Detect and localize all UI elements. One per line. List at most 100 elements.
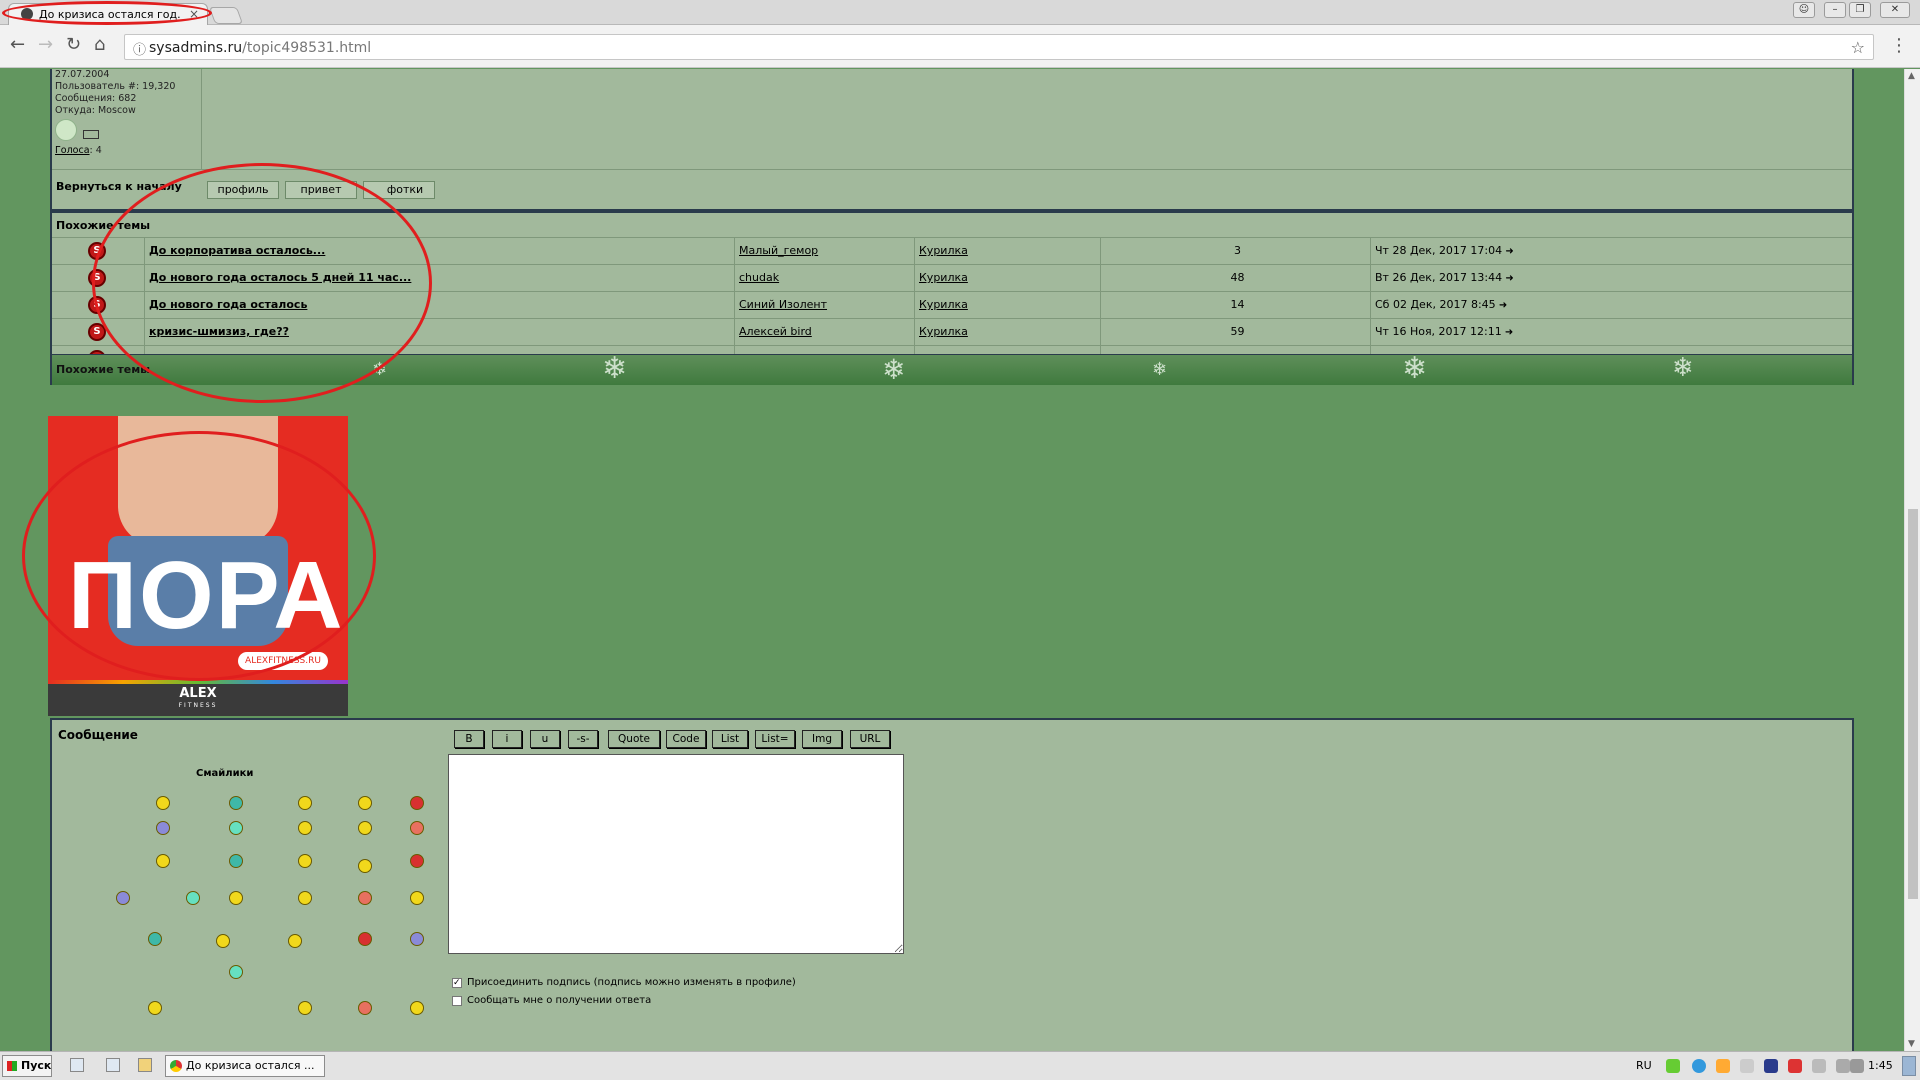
topic-forum[interactable]: Курилка	[914, 265, 1100, 292]
info-icon[interactable]: ⓘ	[133, 39, 146, 58]
tray-icon[interactable]	[1740, 1059, 1754, 1073]
menu-icon[interactable]: ⋮	[1890, 35, 1908, 56]
format-button-list[interactable]: List=	[755, 730, 795, 748]
photos-button[interactable]: фотки	[363, 181, 435, 199]
topic-title[interactable]: До нового года осталось 5 дней 11 час...	[144, 265, 734, 292]
go-to-last-post-icon[interactable]: ➜	[1502, 246, 1513, 257]
smiley-icon[interactable]	[298, 1001, 312, 1015]
scroll-down-icon[interactable]: ▼	[1908, 1039, 1915, 1049]
reload-icon[interactable]: ↻	[66, 35, 81, 55]
address-bar[interactable]: ⓘ sysadmins.ru/topic498531.html ☆	[124, 34, 1874, 60]
private-button[interactable]: привет	[285, 181, 357, 199]
start-button[interactable]: Пуск	[2, 1055, 52, 1077]
format-button-i[interactable]: i	[492, 730, 522, 748]
explorer-icon[interactable]	[106, 1058, 120, 1072]
volume-icon[interactable]	[1850, 1059, 1864, 1073]
topic-author[interactable]: Малый_гемор	[734, 238, 914, 265]
smiley-icon[interactable]	[288, 934, 302, 948]
bookmark-star-icon[interactable]: ☆	[1851, 38, 1865, 57]
smiley-icon[interactable]	[358, 1001, 372, 1015]
votes-link[interactable]: Голоса	[55, 145, 90, 156]
browser-tab[interactable]: До кризиса остался год. ×	[8, 3, 208, 25]
tray-icon[interactable]	[1812, 1059, 1826, 1073]
smiley-icon[interactable]	[156, 854, 170, 868]
smiley-icon[interactable]	[229, 796, 243, 810]
smiley-icon[interactable]	[229, 821, 243, 835]
profile-button[interactable]: профиль	[207, 181, 279, 199]
smiley-icon[interactable]	[410, 796, 424, 810]
smiley-icon[interactable]	[358, 891, 372, 905]
topic-forum[interactable]: Курилка	[914, 319, 1100, 346]
new-tab-button[interactable]	[208, 7, 244, 24]
tray-icon[interactable]	[1666, 1059, 1680, 1073]
smiley-icon[interactable]	[358, 821, 372, 835]
attach-signature-checkbox[interactable]: ✓	[452, 978, 462, 988]
tray-icon[interactable]	[1788, 1059, 1802, 1073]
topic-author[interactable]: chudak	[734, 265, 914, 292]
topic-forum[interactable]: Курилка	[914, 238, 1100, 265]
bluetooth-icon[interactable]	[1764, 1059, 1778, 1073]
smiley-icon[interactable]	[298, 796, 312, 810]
smiley-icon[interactable]	[186, 891, 200, 905]
smiley-icon[interactable]	[410, 821, 424, 835]
folder-icon[interactable]	[138, 1058, 152, 1072]
notify-checkbox[interactable]	[452, 996, 462, 1006]
profile-icon[interactable]: ☺	[1793, 2, 1815, 18]
topic-author[interactable]: Синий Изолент	[734, 292, 914, 319]
forward-icon[interactable]: →	[38, 35, 53, 55]
url-text[interactable]: sysadmins.ru/topic498531.html	[149, 40, 371, 56]
taskbar-browser-task[interactable]: До кризиса остался ...	[165, 1055, 325, 1077]
minimize-button[interactable]: –	[1824, 2, 1846, 18]
show-desktop-icon[interactable]	[70, 1058, 84, 1072]
go-to-last-post-icon[interactable]: ➜	[1502, 273, 1513, 284]
format-button-list[interactable]: List	[712, 730, 748, 748]
format-button-code[interactable]: Code	[666, 730, 706, 748]
smiley-icon[interactable]	[358, 796, 372, 810]
format-button-u[interactable]: u	[530, 730, 560, 748]
format-button-quote[interactable]: Quote	[608, 730, 660, 748]
smiley-icon[interactable]	[229, 891, 243, 905]
show-desktop-button[interactable]	[1902, 1056, 1916, 1076]
format-button-url[interactable]: URL	[850, 730, 890, 748]
back-to-top-link[interactable]: Вернуться к началу	[56, 180, 182, 193]
format-button-s[interactable]: -s-	[568, 730, 598, 748]
smiley-icon[interactable]	[298, 821, 312, 835]
home-icon[interactable]: ⌂	[94, 35, 105, 55]
smiley-icon[interactable]	[116, 891, 130, 905]
ad-banner[interactable]: ПОРА! ALEXFITNESS.RU ALEX FITNESS	[48, 416, 348, 716]
smiley-icon[interactable]	[358, 859, 372, 873]
topic-title[interactable]: До нового года осталось	[144, 292, 734, 319]
smiley-icon[interactable]	[410, 854, 424, 868]
topic-title[interactable]: кризис-шмизиз, где??	[144, 319, 734, 346]
message-textarea[interactable]	[448, 754, 904, 954]
topic-forum[interactable]: Курилка	[914, 292, 1100, 319]
smiley-icon[interactable]	[148, 1001, 162, 1015]
language-indicator[interactable]: RU	[1636, 1059, 1652, 1072]
smiley-icon[interactable]	[216, 934, 230, 948]
tray-icon[interactable]	[1716, 1059, 1730, 1073]
go-to-last-post-icon[interactable]: ➜	[1496, 300, 1507, 311]
smiley-icon[interactable]	[410, 932, 424, 946]
restore-button[interactable]: ❐	[1849, 2, 1871, 18]
back-icon[interactable]: ←	[10, 35, 25, 55]
tab-close-icon[interactable]: ×	[189, 7, 199, 21]
scroll-up-icon[interactable]: ▲	[1908, 71, 1915, 81]
smiley-icon[interactable]	[298, 854, 312, 868]
topic-author[interactable]: Алексей bird	[734, 319, 914, 346]
tray-icon[interactable]	[1692, 1059, 1706, 1073]
smiley-icon[interactable]	[410, 1001, 424, 1015]
format-button-img[interactable]: Img	[802, 730, 842, 748]
scroll-thumb[interactable]	[1908, 509, 1918, 899]
close-window-button[interactable]: ✕	[1880, 2, 1910, 18]
smiley-icon[interactable]	[410, 891, 424, 905]
smiley-icon[interactable]	[229, 965, 243, 979]
smiley-icon[interactable]	[298, 891, 312, 905]
topic-title[interactable]: До корпоратива осталось...	[144, 238, 734, 265]
smiley-icon[interactable]	[156, 821, 170, 835]
clock[interactable]: 1:45	[1868, 1059, 1893, 1072]
smiley-icon[interactable]	[156, 796, 170, 810]
network-icon[interactable]	[1836, 1059, 1850, 1073]
vertical-scrollbar[interactable]: ▲ ▼	[1904, 69, 1920, 1051]
smiley-icon[interactable]	[358, 932, 372, 946]
smiley-icon[interactable]	[229, 854, 243, 868]
